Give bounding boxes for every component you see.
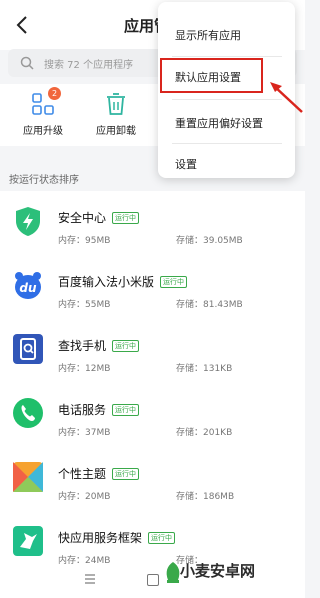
memory-usage: 内存：20MB [58,492,111,502]
memory-usage: 内存：55MB [58,300,111,310]
app-name-wrap: 查找手机 运行中 [58,337,140,354]
app-name-wrap: 个性主题 运行中 [58,465,140,482]
status-badge: 运行中 [112,468,140,480]
list-item[interactable]: du 百度输入法小米版 运行中 内存：55MB 存储：81.43MB [0,255,305,319]
sort-label[interactable]: 按运行状态排序 [9,171,79,186]
status-badge: 运行中 [148,532,176,544]
status-badge: 运行中 [112,404,140,416]
app-name-wrap: 安全中心 运行中 [58,209,140,226]
app-name: 百度输入法小米版 [58,275,155,289]
menu-divider [172,56,282,57]
shield-icon [16,207,40,236]
menu-item-settings[interactable]: 设置 [175,156,197,172]
bird-icon [13,526,43,556]
app-name: 电话服务 [58,403,107,417]
menu-divider [172,99,282,100]
status-badge: 运行中 [112,340,140,352]
status-badge: 运行中 [112,212,140,224]
watermark-text: 小麦安卓网 [180,562,256,580]
phone-icon [13,398,43,428]
svg-text:du: du [19,281,37,295]
storage-usage: 存储：131KB [176,364,233,374]
list-item[interactable]: 电话服务 运行中 内存：37MB 存储：201KB [0,383,305,447]
memory-usage: 内存：12MB [58,364,111,374]
list-item[interactable]: 查找手机 运行中 内存：12MB 存储：131KB [0,319,305,383]
app-name: 快应用服务框架 [58,531,143,545]
app-name-wrap: 快应用服务框架 运行中 [58,529,176,546]
menu-icon[interactable] [84,573,96,585]
status-badge: 运行中 [160,276,188,288]
app-upgrade-button[interactable]: 2 应用升级 [8,87,78,137]
menu-item-show-all[interactable]: 显示所有应用 [175,27,241,43]
app-name-wrap: 电话服务 运行中 [58,401,140,418]
themes-icon [13,462,43,492]
find-phone-icon [13,334,43,364]
list-item[interactable]: 安全中心 运行中 内存：95MB 存储：39.05MB [0,191,305,255]
app-name: 查找手机 [58,339,107,353]
app-name: 个性主题 [58,467,107,481]
menu-divider [172,143,282,144]
storage-usage: 存储：201KB [176,428,233,438]
app-list: 安全中心 运行中 内存：95MB 存储：39.05MB du 百度输入法小米版 运行… [0,191,305,598]
highlight-box [160,58,263,93]
quick-action-label: 应用卸载 [96,126,136,137]
menu-item-reset-prefs[interactable]: 重置应用偏好设置 [175,115,263,131]
du-keyboard-icon: du [15,272,41,299]
memory-usage: 内存：37MB [58,428,111,438]
app-name: 安全中心 [58,211,107,225]
system-navbar [0,565,305,598]
trash-icon [107,93,125,115]
quick-action-label: 应用升级 [23,126,63,137]
app-uninstall-button[interactable]: 应用卸载 [81,92,151,137]
app-name-wrap: 百度输入法小米版 运行中 [58,273,188,290]
home-button[interactable] [147,574,159,586]
storage-usage: 存储：39.05MB [176,236,243,246]
storage-usage: 存储：186MB [176,492,235,502]
memory-usage: 内存：95MB [58,236,111,246]
storage-usage: 存储：81.43MB [176,300,243,310]
red-arrow-annotation [270,82,303,113]
list-item[interactable]: 个性主题 运行中 内存：20MB 存储：186MB [0,447,305,511]
search-icon [20,56,34,70]
update-count-badge: 2 [48,87,61,100]
chevron-left-icon[interactable] [14,15,30,35]
